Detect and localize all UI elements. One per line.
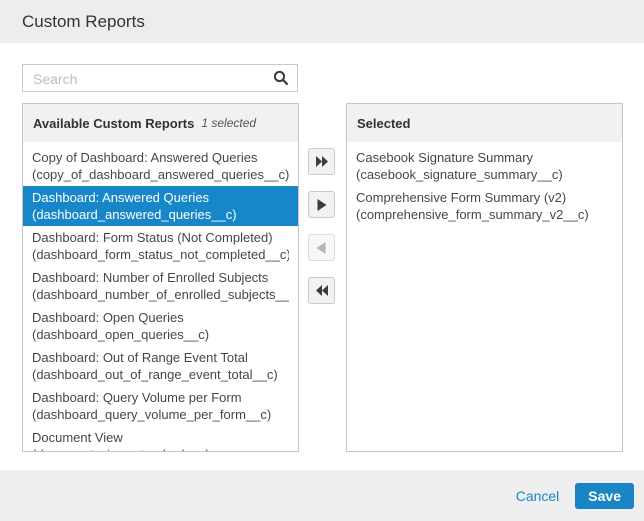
report-code: (dashboard_open_queries__c)	[32, 326, 289, 343]
list-item[interactable]: Copy of Dashboard: Answered Queries (cop…	[23, 146, 298, 186]
report-name: Comprehensive Form Summary (v2)	[356, 189, 613, 206]
selected-reports-list: Casebook Signature Summary (casebook_sig…	[347, 142, 622, 226]
report-name: Document View	[32, 429, 289, 446]
report-name: Dashboard: Query Volume per Form	[32, 389, 289, 406]
left-arrow-icon	[316, 242, 327, 254]
report-code: (casebook_signature_summary__c)	[356, 166, 613, 183]
double-left-arrow-icon	[315, 285, 329, 296]
available-reports-panel: Available Custom Reports 1 selected Copy…	[22, 103, 299, 452]
move-all-left-button[interactable]	[308, 277, 335, 304]
list-item[interactable]: Dashboard: Answered Queries (dashboard_a…	[23, 186, 298, 226]
report-code: (dashboard_out_of_range_event_total__c)	[32, 366, 289, 383]
list-item[interactable]: Dashboard: Out of Range Event Total (das…	[23, 346, 298, 386]
report-code: (dashboard_answered_queries__c)	[32, 206, 289, 223]
save-button[interactable]: Save	[575, 483, 634, 509]
selected-panel-title: Selected	[357, 116, 410, 131]
available-reports-list: Copy of Dashboard: Answered Queries (cop…	[23, 142, 298, 452]
list-item[interactable]: Document View (document_view_standard__c…	[23, 426, 298, 452]
report-code: (copy_of_dashboard_answered_queries__c)	[32, 166, 289, 183]
selected-panel: Selected Casebook Signature Summary (cas…	[346, 103, 623, 452]
cancel-button[interactable]: Cancel	[516, 488, 560, 504]
search-icon[interactable]	[273, 70, 289, 86]
move-left-button[interactable]	[308, 234, 335, 261]
report-name: Copy of Dashboard: Answered Queries	[32, 149, 289, 166]
list-item[interactable]: Dashboard: Query Volume per Form (dashbo…	[23, 386, 298, 426]
report-code: (dashboard_form_status_not_completed__c)	[32, 246, 289, 263]
right-arrow-icon	[316, 199, 327, 211]
move-all-right-button[interactable]	[308, 148, 335, 175]
report-code: (dashboard_number_of_enrolled_subjects__…	[32, 286, 289, 303]
report-name: Casebook Signature Summary	[356, 149, 613, 166]
search-box	[22, 64, 298, 92]
report-name: Dashboard: Out of Range Event Total	[32, 349, 289, 366]
double-right-arrow-icon	[315, 156, 329, 167]
report-code: (comprehensive_form_summary_v2__c)	[356, 206, 613, 223]
report-name: Dashboard: Answered Queries	[32, 189, 289, 206]
selected-panel-header: Selected	[347, 104, 622, 142]
report-code: (document_view_standard__c)	[32, 446, 289, 452]
available-panel-header: Available Custom Reports 1 selected	[23, 104, 298, 142]
move-right-button[interactable]	[308, 191, 335, 218]
search-input[interactable]	[31, 66, 267, 92]
selection-count: 1 selected	[201, 116, 256, 130]
report-name: Dashboard: Open Queries	[32, 309, 289, 326]
list-item[interactable]: Dashboard: Form Status (Not Completed) (…	[23, 226, 298, 266]
dialog-title: Custom Reports	[0, 0, 644, 32]
list-item[interactable]: Dashboard: Number of Enrolled Subjects (…	[23, 266, 298, 306]
dialog-header: Custom Reports	[0, 0, 644, 43]
list-item[interactable]: Comprehensive Form Summary (v2) (compreh…	[347, 186, 622, 226]
report-name: Dashboard: Number of Enrolled Subjects	[32, 269, 289, 286]
report-name: Dashboard: Form Status (Not Completed)	[32, 229, 289, 246]
list-item[interactable]: Dashboard: Open Queries (dashboard_open_…	[23, 306, 298, 346]
dialog-footer: Cancel Save	[0, 470, 644, 521]
report-code: (dashboard_query_volume_per_form__c)	[32, 406, 289, 423]
list-item[interactable]: Casebook Signature Summary (casebook_sig…	[347, 146, 622, 186]
available-panel-title: Available Custom Reports	[33, 116, 194, 131]
